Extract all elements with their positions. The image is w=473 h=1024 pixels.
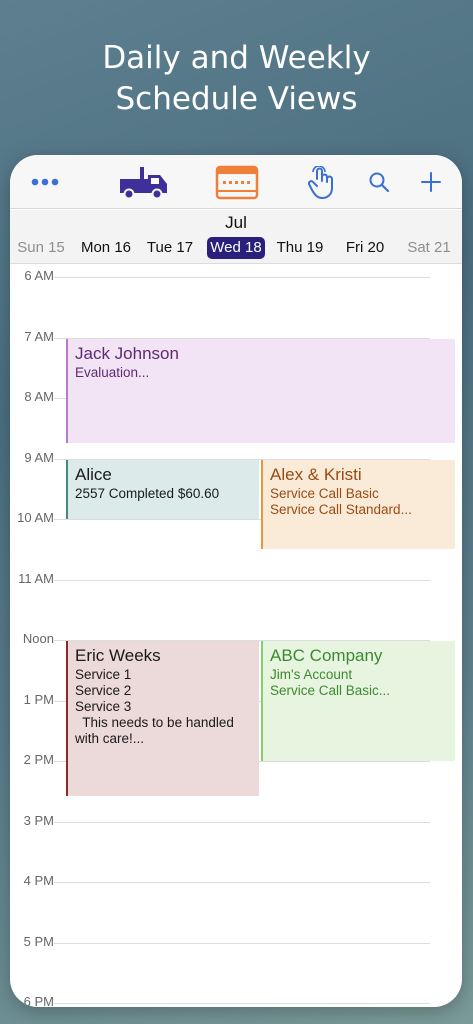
hour-divider	[54, 1003, 430, 1004]
add-icon[interactable]	[420, 171, 442, 193]
hour-divider	[54, 942, 430, 944]
calendar-week-icon[interactable]	[215, 165, 259, 200]
hour-label: 9 AM	[24, 449, 54, 465]
hour-label: Noon	[22, 631, 54, 646]
day-selected[interactable]: Wed 18	[207, 237, 265, 259]
hour-label: 1 PM	[23, 691, 54, 707]
hour-label: 5 PM	[23, 933, 54, 949]
day-item[interactable]: Sat 21	[399, 237, 459, 259]
day-item[interactable]: Thu 19	[270, 237, 330, 259]
hour-label: 10 AM	[17, 510, 54, 525]
event-title: Alice	[75, 464, 112, 484]
event-detail: Service 1	[75, 667, 132, 682]
day-item[interactable]: Sun 15	[11, 237, 71, 259]
event-title: Alex & Kristi	[270, 464, 362, 484]
day-schedule-grid[interactable]: 6 AM 7 AM 8 AM 9 AM 10 AM 11 AM Noon 1 PM 2 PM 3 …	[10, 265, 462, 1007]
event-title: Jack Johnson	[75, 343, 179, 363]
truck-icon[interactable]	[118, 165, 170, 201]
hour-label: 6 PM	[23, 994, 54, 1008]
event-card[interactable]: Jack Johnson Evaluation...	[66, 338, 455, 444]
event-detail: Service Call Basic...	[270, 683, 391, 698]
hour-divider	[54, 821, 430, 823]
hour-label: 8 AM	[24, 389, 54, 404]
week-date-bar: Jul Sun 15 Mon 16 Tue 17 Wed 18 Thu 19 Fri 20…	[10, 210, 462, 264]
hour-divider	[54, 579, 430, 581]
hour-label: 3 PM	[23, 812, 54, 828]
event-detail: with care!...	[75, 731, 145, 746]
headline: Daily and Weekly Schedule Views	[0, 38, 473, 120]
event-title: Eric Weeks	[75, 646, 161, 665]
event-card[interactable]: ABC Company Jim's Account Service Call Bas…	[261, 641, 455, 761]
event-detail: This needs to be handled	[75, 715, 234, 730]
hour-divider	[54, 277, 430, 278]
tap-gesture-icon[interactable]	[306, 166, 336, 200]
hour-label: 6 AM	[24, 268, 54, 283]
day-item[interactable]: Tue 17	[140, 237, 200, 259]
hour-label: 7 AM	[24, 328, 54, 344]
event-detail: Jim's Account	[270, 667, 353, 682]
hour-label: 2 PM	[23, 752, 54, 767]
event-title: ABC Company	[270, 646, 383, 665]
day-item[interactable]: Fri 20	[335, 237, 395, 259]
event-detail: Evaluation...	[75, 364, 150, 380]
hour-label: 11 AM	[18, 570, 54, 586]
event-detail: Service Call Standard...	[270, 501, 412, 517]
event-card[interactable]: Alice 2557 Completed $60.60	[66, 459, 259, 519]
headline-line-1: Daily and Weekly	[102, 40, 371, 76]
event-detail: Service 3	[75, 699, 132, 714]
headline-line-2: Schedule Views	[115, 81, 358, 117]
event-detail: 2557 Completed $60.60	[75, 485, 220, 501]
month-label: Jul	[225, 213, 247, 232]
event-card[interactable]: Alex & Kristi Service Call Basic Service C…	[261, 459, 455, 550]
app-screen: Jul Sun 15 Mon 16 Tue 17 Wed 18 Thu 19 Fri 20…	[10, 155, 462, 1007]
hour-divider	[54, 882, 430, 883]
more-icon[interactable]	[30, 173, 64, 191]
hour-label: 4 PM	[23, 873, 54, 888]
event-detail: Service Call Basic	[270, 485, 379, 501]
search-icon[interactable]	[368, 171, 390, 193]
event-card[interactable]: Eric Weeks Service 1 Service 2 Service 3 Th…	[66, 641, 259, 797]
toolbar	[10, 155, 462, 209]
event-detail: Service 2	[75, 683, 132, 698]
day-item[interactable]: Mon 16	[76, 237, 136, 259]
